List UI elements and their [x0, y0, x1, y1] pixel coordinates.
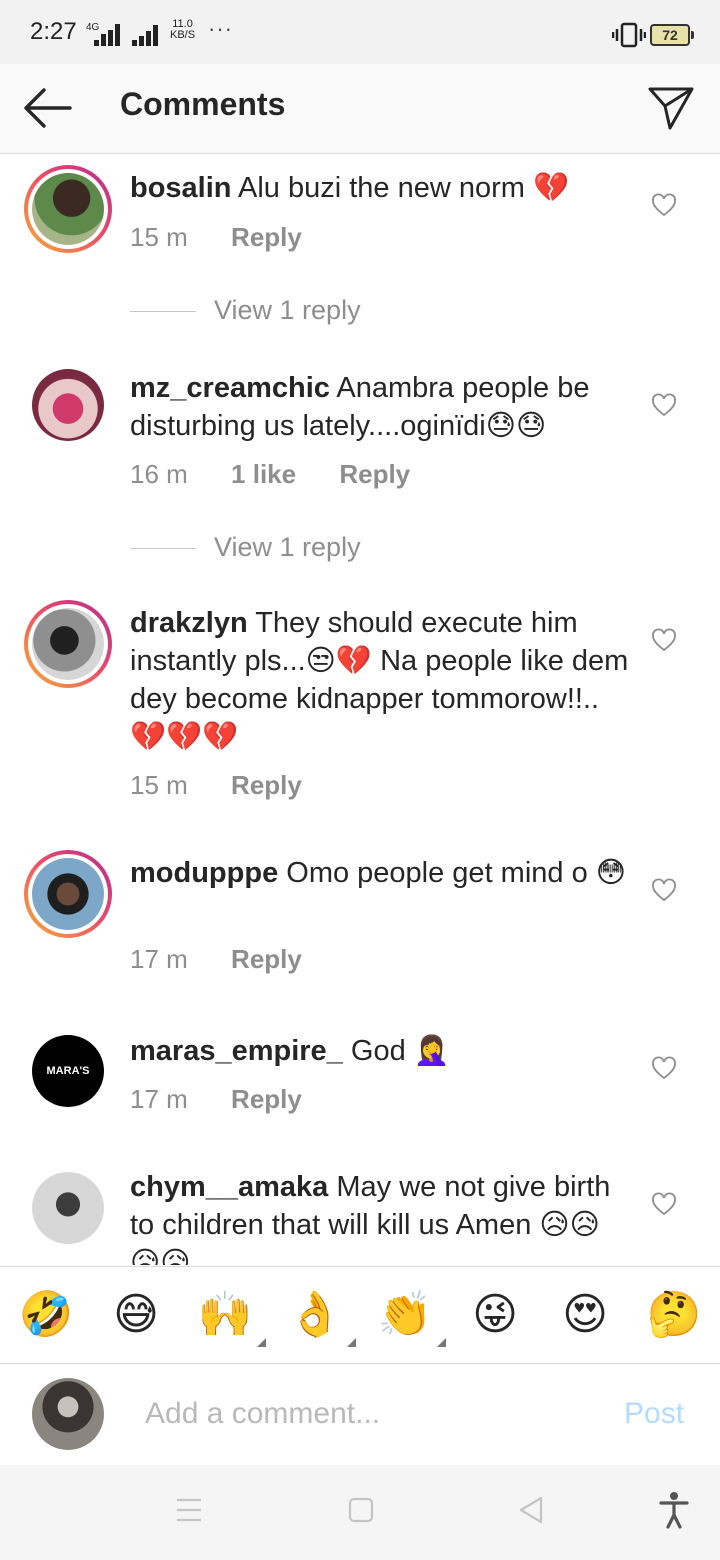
vibrate-icon — [612, 22, 646, 48]
like-heart-icon[interactable] — [651, 193, 677, 217]
current-user-avatar — [32, 1378, 104, 1450]
comment-text: bosalin Alu buzi the new norm 💔 — [130, 169, 630, 207]
back-nav-icon[interactable] — [517, 1495, 545, 1525]
skin-tone-indicator-icon — [437, 1338, 446, 1347]
emoji-thinking-button[interactable]: 🤔 — [645, 1289, 703, 1341]
comment-text: mz_creamchic Anambra people be disturbin… — [130, 369, 630, 445]
comment-username[interactable]: mz_creamchic — [130, 372, 330, 404]
comments-list[interactable]: bosalin Alu buzi the new norm 💔 15 m Rep… — [0, 155, 720, 1265]
back-arrow-icon[interactable] — [22, 86, 72, 130]
comment-text: maras_empire_ God 🤦‍♀️ — [130, 1032, 630, 1070]
reply-button[interactable]: Reply — [231, 222, 302, 252]
comment-meta: 17 m Reply — [130, 1084, 338, 1115]
comment-meta: 17 m Reply — [130, 944, 338, 975]
emoji-clap-button[interactable]: 👏 — [376, 1289, 446, 1347]
header: Comments — [0, 64, 720, 154]
reply-button[interactable]: Reply — [231, 944, 302, 974]
emoji-heart-eyes-button[interactable]: 😍 — [556, 1289, 614, 1341]
like-heart-icon[interactable] — [651, 393, 677, 417]
like-heart-icon[interactable] — [651, 1056, 677, 1080]
like-heart-icon[interactable] — [651, 878, 677, 902]
status-bar: 2:27 4G 11.0 KB/S ··· 72 — [0, 0, 720, 64]
avatar[interactable] — [32, 1172, 104, 1244]
like-heart-icon[interactable] — [651, 628, 677, 652]
view-replies-button[interactable]: View 1 reply — [130, 295, 361, 326]
add-comment-row: Add a comment... Post — [0, 1365, 720, 1465]
network-type: 4G — [86, 22, 100, 33]
menu-icon[interactable] — [175, 1495, 203, 1525]
view-replies-button[interactable]: View 1 reply — [130, 532, 361, 563]
avatar[interactable] — [24, 850, 112, 938]
comment-text: drakzlyn They should execute him instant… — [130, 604, 630, 756]
comment-meta: 16 m 1 like Reply — [130, 459, 446, 490]
comment-text: modupppe Omo people get mind o 😳 — [130, 854, 630, 892]
avatar-logo-text: MARA'S — [46, 1065, 90, 1077]
comment-username[interactable]: bosalin — [130, 172, 232, 204]
avatar[interactable] — [24, 165, 112, 253]
reply-button[interactable]: Reply — [339, 459, 410, 489]
accessibility-icon[interactable] — [658, 1491, 690, 1529]
skin-tone-indicator-icon — [257, 1338, 266, 1347]
emoji-quick-bar: 🤣 😅 🙌 👌 👏 😜 😍 🤔 — [0, 1266, 720, 1364]
comment-meta: 15 m Reply — [130, 222, 338, 253]
home-icon[interactable] — [347, 1495, 375, 1525]
direct-message-icon[interactable] — [646, 82, 696, 132]
more-status-icon: ··· — [208, 16, 233, 41]
avatar[interactable] — [32, 369, 104, 441]
emoji-raised-hands-button[interactable]: 🙌 — [196, 1289, 266, 1347]
reply-button[interactable]: Reply — [231, 770, 302, 800]
comment-input[interactable]: Add a comment... — [145, 1397, 380, 1431]
signal-icon: 4G — [86, 22, 158, 46]
comment-text: chym__amaka May we not give birth to chi… — [130, 1168, 630, 1265]
comment-content: Alu buzi the new norm 💔 — [237, 172, 570, 204]
emoji-ok-hand-button[interactable]: 👌 — [286, 1289, 356, 1347]
comment-content: God 🤦‍♀️ — [350, 1035, 450, 1067]
comment-time: 16 m — [130, 459, 188, 489]
comment-content: Omo people get mind o 😳 — [286, 857, 627, 889]
status-time: 2:27 — [30, 18, 77, 45]
page-title: Comments — [120, 86, 286, 122]
comment-meta: 15 m Reply — [130, 770, 338, 801]
battery-indicator: 72 — [650, 24, 694, 46]
post-button[interactable]: Post — [624, 1397, 684, 1431]
comment-time: 17 m — [130, 944, 188, 974]
skin-tone-indicator-icon — [347, 1338, 356, 1347]
comment-time: 15 m — [130, 770, 188, 800]
emoji-wink-tongue-button[interactable]: 😜 — [466, 1289, 524, 1341]
comment-time: 15 m — [130, 222, 188, 252]
likes-count[interactable]: 1 like — [231, 459, 296, 489]
like-heart-icon[interactable] — [651, 1192, 677, 1216]
comment-username[interactable]: maras_empire_ — [130, 1035, 343, 1067]
system-nav-bar — [0, 1465, 720, 1560]
comment-username[interactable]: modupppe — [130, 857, 278, 889]
comment-username[interactable]: chym__amaka — [130, 1171, 328, 1203]
comment-username[interactable]: drakzlyn — [130, 607, 248, 639]
reply-button[interactable]: Reply — [231, 1084, 302, 1114]
network-speed: 11.0 KB/S — [170, 18, 196, 41]
comment-time: 17 m — [130, 1084, 188, 1114]
emoji-sweat-smile-button[interactable]: 😅 — [107, 1289, 165, 1341]
emoji-rofl-button[interactable]: 🤣 — [17, 1289, 75, 1341]
avatar[interactable]: MARA'S — [32, 1035, 104, 1107]
avatar[interactable] — [24, 600, 112, 688]
